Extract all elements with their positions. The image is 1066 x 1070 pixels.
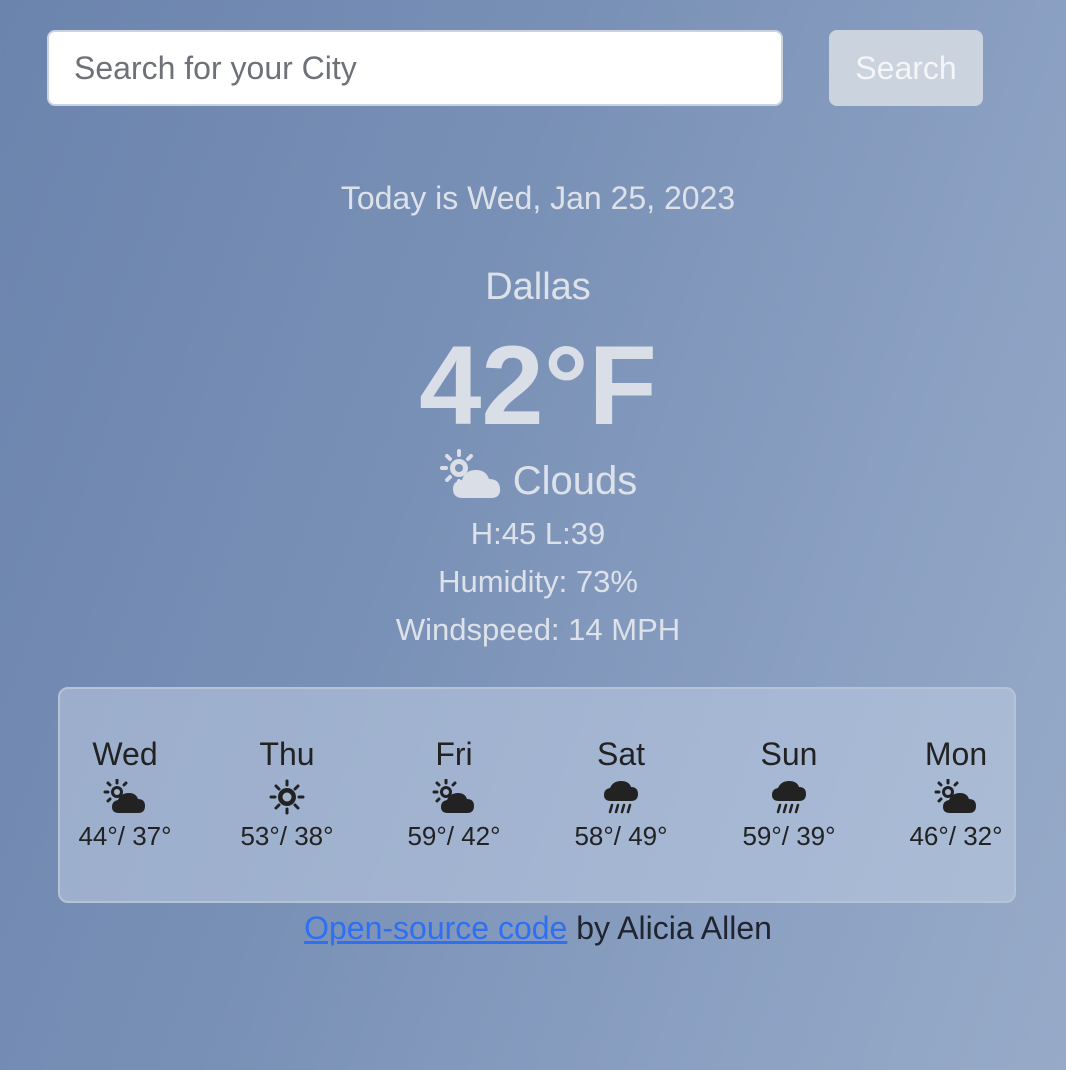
humidity: Humidity: 73% — [438, 564, 638, 599]
forecast-day: Wed 44°/ 37° — [60, 735, 190, 852]
search-button[interactable]: Search — [829, 30, 983, 106]
sun-cloud-icon — [891, 777, 1021, 817]
rain-cloud-icon — [556, 777, 686, 817]
forecast-day-name: Mon — [924, 736, 988, 772]
forecast-day: Sun 59°/ 39° — [724, 735, 854, 852]
current-temperature: 42°F — [419, 323, 657, 448]
sun-icon — [222, 777, 352, 817]
footer-credit: Open-source code by Alicia Allen — [0, 910, 1066, 947]
forecast-temps: 46°/ 32° — [909, 821, 1003, 851]
high-low: H:45 L:39 — [470, 516, 606, 551]
windspeed: Windspeed: 14 MPH — [395, 612, 681, 647]
forecast-day: Fri 59°/ 42° — [389, 735, 519, 852]
current-condition: Clouds — [0, 448, 1066, 514]
forecast-day: Sat 58°/ 49° — [556, 735, 686, 852]
sun-cloud-icon — [439, 448, 503, 514]
city-name: Dallas — [485, 266, 591, 308]
forecast-day: Mon 46°/ 32° — [891, 735, 1021, 852]
forecast-temps: 59°/ 39° — [742, 821, 836, 851]
forecast-day-name: Fri — [435, 736, 473, 772]
sun-cloud-icon — [389, 777, 519, 817]
forecast-day: Thu 53°/ 38° — [222, 735, 352, 852]
rain-cloud-icon — [724, 777, 854, 817]
forecast-panel: Wed 44°/ 37° Thu 53°/ 38° Fri 59°/ 42° S… — [58, 687, 1016, 903]
forecast-day-name: Wed — [92, 736, 158, 772]
forecast-day-name: Sat — [596, 736, 646, 772]
city-search-input[interactable] — [47, 30, 783, 106]
author-credit: by Alicia Allen — [567, 910, 772, 946]
forecast-day-name: Sun — [760, 736, 818, 772]
condition-label: Clouds — [512, 458, 638, 503]
sun-cloud-icon — [60, 777, 190, 817]
forecast-day-name: Thu — [259, 736, 315, 772]
search-bar: Search — [47, 30, 987, 106]
forecast-temps: 44°/ 37° — [78, 821, 172, 851]
current-date: Today is Wed, Jan 25, 2023 — [340, 180, 736, 216]
forecast-temps: 53°/ 38° — [240, 821, 334, 851]
forecast-temps: 59°/ 42° — [407, 821, 501, 851]
open-source-link[interactable]: Open-source code — [304, 910, 567, 946]
forecast-temps: 58°/ 49° — [574, 821, 668, 851]
